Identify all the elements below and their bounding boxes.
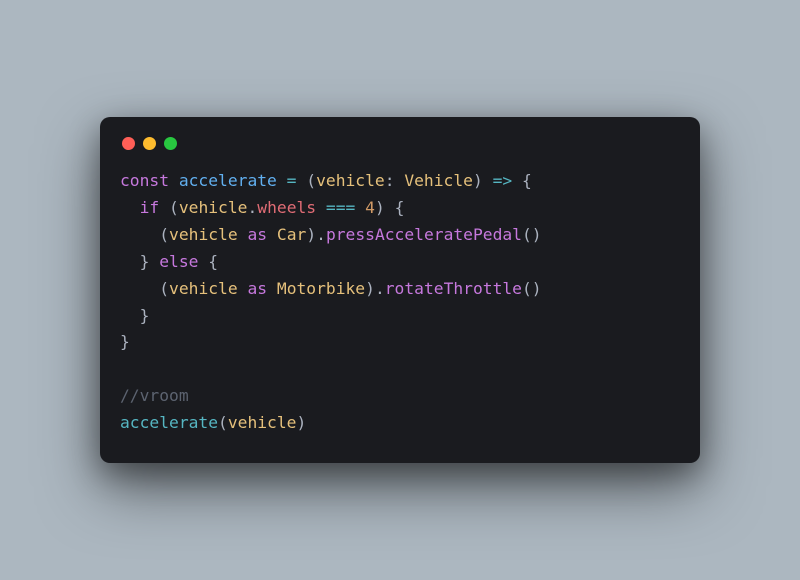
maximize-icon[interactable]	[164, 137, 177, 150]
keyword-else: else	[159, 252, 198, 271]
keyword-const: const	[120, 171, 169, 190]
type-vehicle: Vehicle	[404, 171, 473, 190]
window-titlebar	[120, 133, 680, 168]
param-vehicle: vehicle	[316, 171, 385, 190]
prop-wheels: wheels	[257, 198, 316, 217]
comment-vroom: //vroom	[120, 386, 189, 405]
call-accelerate: accelerate	[120, 413, 218, 432]
keyword-as: as	[247, 225, 267, 244]
type-car: Car	[277, 225, 306, 244]
close-icon[interactable]	[122, 137, 135, 150]
code-window: const accelerate = (vehicle: Vehicle) =>…	[100, 117, 700, 463]
type-motorbike: Motorbike	[277, 279, 365, 298]
literal-4: 4	[365, 198, 375, 217]
method-pressacceleratepedal: pressAcceleratePedal	[326, 225, 522, 244]
minimize-icon[interactable]	[143, 137, 156, 150]
function-name: accelerate	[179, 171, 277, 190]
method-rotatethrottle: rotateThrottle	[385, 279, 522, 298]
keyword-if: if	[140, 198, 160, 217]
code-block: const accelerate = (vehicle: Vehicle) =>…	[120, 168, 680, 437]
